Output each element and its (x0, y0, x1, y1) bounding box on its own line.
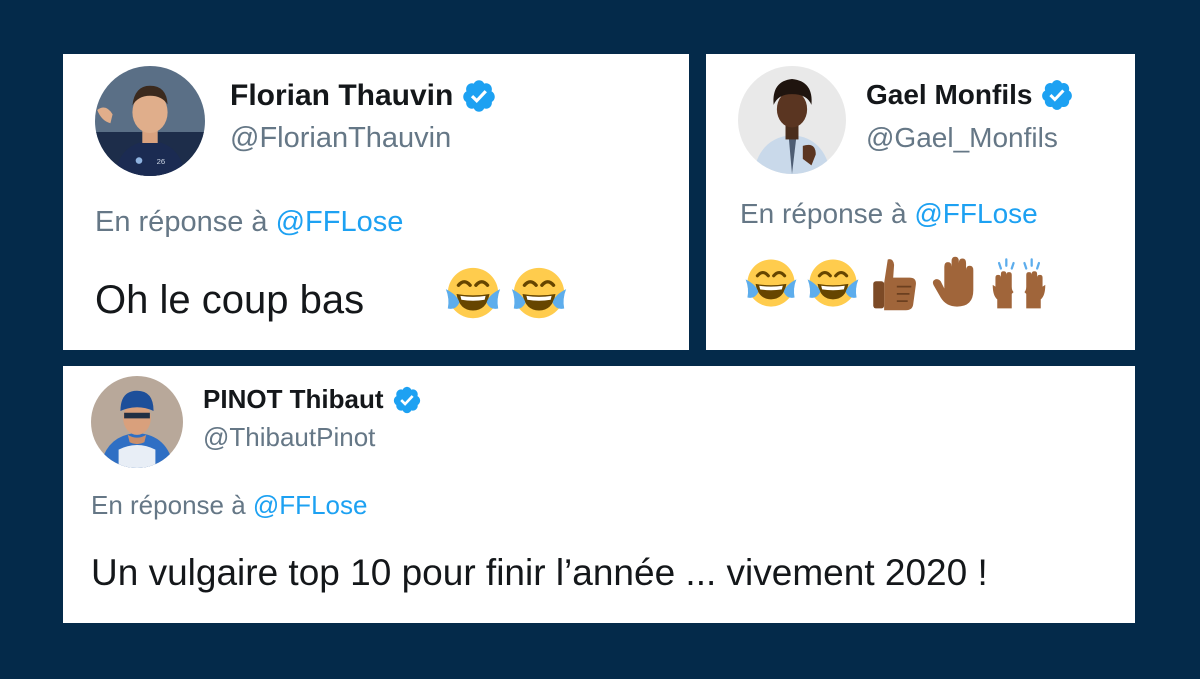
verified-badge-icon (1040, 78, 1074, 112)
author-name[interactable]: PINOT Thibaut (203, 384, 384, 415)
reply-context: En réponse à @FFLose (91, 490, 367, 521)
verified-badge-icon (392, 385, 422, 415)
author-row: PINOT Thibaut (203, 384, 422, 415)
reply-prefix: En réponse à (740, 198, 907, 229)
verified-badge-icon (461, 78, 497, 114)
author-name[interactable]: Gael Monfils (866, 79, 1032, 111)
reply-mention-link[interactable]: @FFLose (914, 198, 1037, 229)
author-row: Gael Monfils (866, 78, 1074, 112)
tweet-card-thibaut-pinot: PINOT Thibaut @ThibautPinot En réponse à… (63, 366, 1135, 623)
thumbs-up-icon (866, 254, 924, 312)
tweet-text: Oh le coup bas (95, 278, 365, 322)
avatar[interactable] (91, 376, 183, 468)
author-handle[interactable]: @Gael_Monfils (866, 122, 1058, 154)
face-with-tears-of-joy-icon (804, 254, 862, 312)
reply-mention-link[interactable]: @FFLose (276, 206, 404, 238)
tweet-emojis (442, 262, 574, 324)
reply-mention-link[interactable]: @FFLose (253, 490, 368, 520)
svg-text:26: 26 (157, 157, 166, 166)
face-with-tears-of-joy-icon (442, 262, 504, 324)
author-name[interactable]: Florian Thauvin (230, 79, 453, 113)
avatar[interactable]: 26 (95, 66, 205, 176)
tweet-card-florian-thauvin: 26 Florian Thauvin @FlorianThauvin En ré… (63, 54, 689, 350)
raising-hands-icon (990, 254, 1048, 312)
reply-prefix: En réponse à (95, 206, 268, 238)
avatar[interactable] (738, 66, 846, 174)
tweet-emojis (742, 254, 1052, 312)
reply-context: En réponse à @FFLose (740, 198, 1038, 230)
face-with-tears-of-joy-icon (742, 254, 800, 312)
face-with-tears-of-joy-icon (508, 262, 570, 324)
author-handle[interactable]: @FlorianThauvin (230, 122, 451, 155)
raised-hand-icon (928, 254, 986, 312)
reply-prefix: En réponse à (91, 490, 246, 520)
tweet-card-gael-monfils: Gael Monfils @Gael_Monfils En réponse à … (706, 54, 1135, 350)
author-handle[interactable]: @ThibautPinot (203, 422, 375, 453)
reply-context: En réponse à @FFLose (95, 206, 403, 239)
tweet-text: Un vulgaire top 10 pour finir l’année ..… (91, 552, 988, 593)
author-row: Florian Thauvin (230, 78, 497, 114)
